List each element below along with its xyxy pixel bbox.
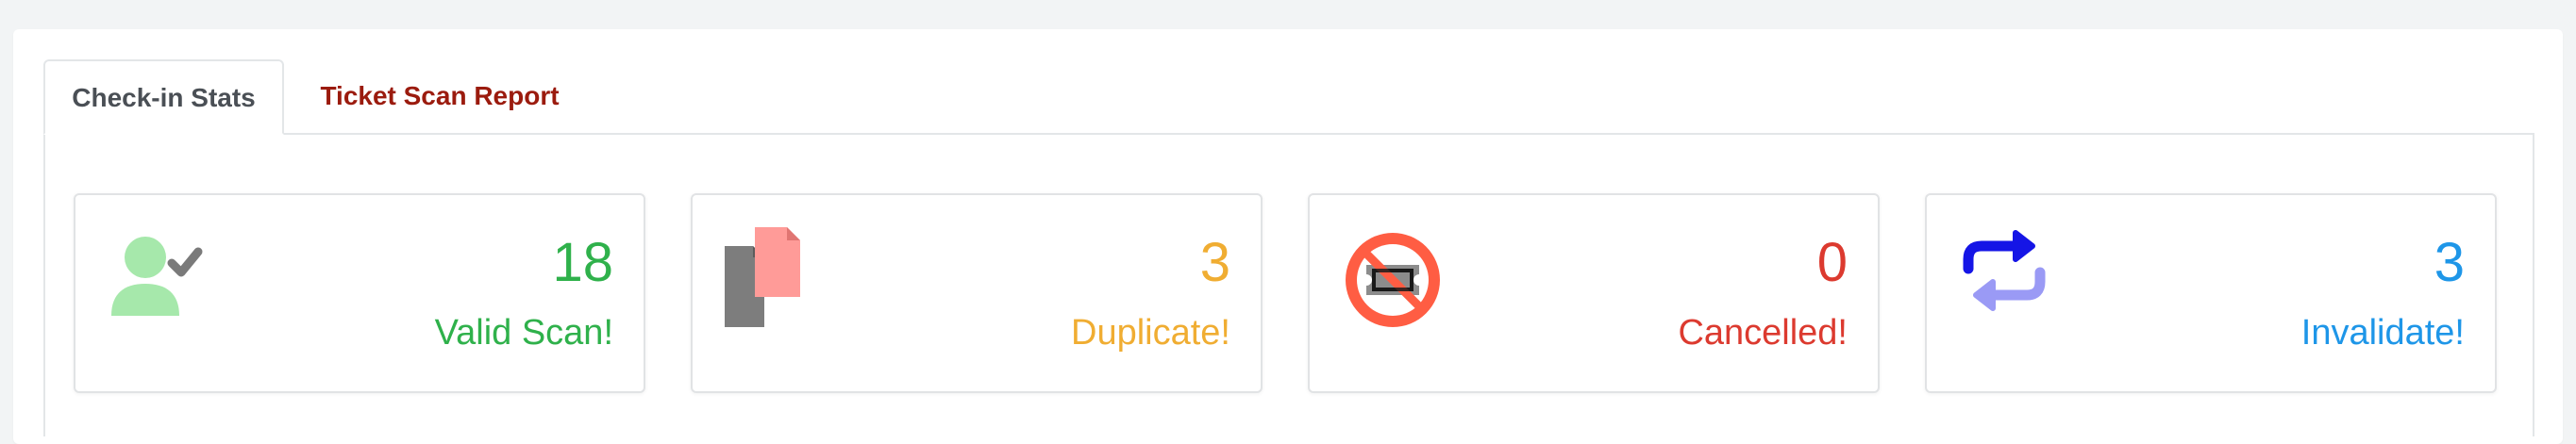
tab-check-in-stats[interactable]: Check-in Stats bbox=[43, 59, 284, 135]
valid-scan-count: 18 bbox=[552, 232, 613, 293]
user-check-icon bbox=[104, 225, 217, 338]
checkin-panel: Check-in Stats Ticket Scan Report 18 Val… bbox=[13, 29, 2563, 444]
valid-scan-card: 18 Valid Scan! bbox=[74, 193, 645, 393]
invalidate-card: 3 Invalidate! bbox=[1925, 193, 2497, 393]
cancelled-ticket-icon bbox=[1338, 225, 1451, 338]
duplicate-files-icon bbox=[721, 225, 834, 338]
duplicate-card: 3 Duplicate! bbox=[691, 193, 1263, 393]
repeat-arrows-icon bbox=[1955, 225, 2068, 338]
cancelled-label: Cancelled! bbox=[1678, 313, 1848, 353]
invalidate-count: 3 bbox=[2434, 232, 2465, 293]
cancelled-card: 0 Cancelled! bbox=[1308, 193, 1880, 393]
check-in-stats-content: 18 Valid Scan! 3 Duplicate! 0 Cancelled!… bbox=[43, 135, 2534, 436]
tab-ticket-scan-report[interactable]: Ticket Scan Report bbox=[298, 59, 581, 133]
valid-scan-label: Valid Scan! bbox=[434, 313, 613, 353]
duplicate-label: Duplicate! bbox=[1071, 313, 1230, 353]
invalidate-label: Invalidate! bbox=[2300, 313, 2465, 353]
tab-bar: Check-in Stats Ticket Scan Report bbox=[43, 59, 2534, 135]
duplicate-count: 3 bbox=[1199, 232, 1230, 293]
cancelled-count: 0 bbox=[1816, 232, 1848, 293]
